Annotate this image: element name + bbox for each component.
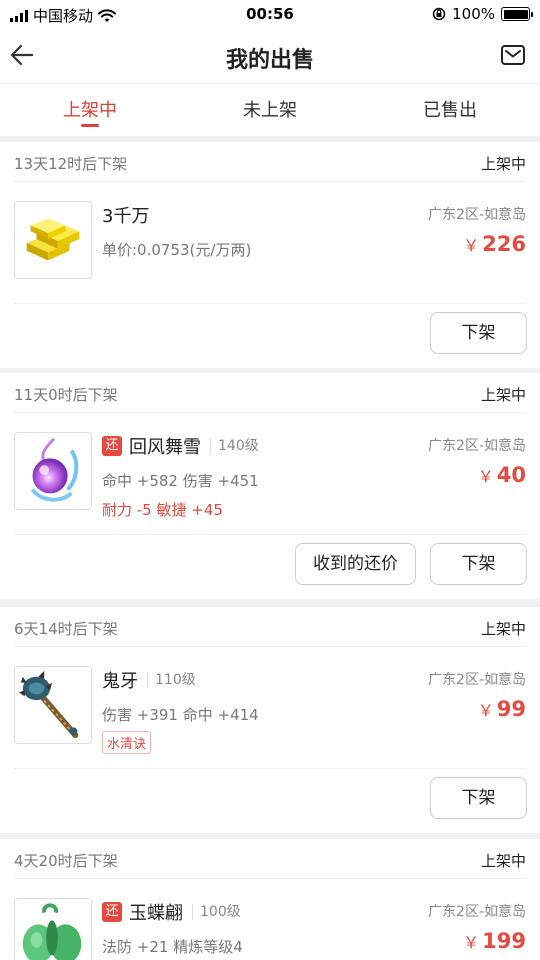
card-actions: 收到的还价 下架 bbox=[14, 535, 527, 599]
tab-label: 已售出 bbox=[423, 100, 477, 121]
purple-orb-icon bbox=[14, 432, 92, 510]
card-body[interactable]: 鬼牙 110级 伤害 +391 命中 +414 水清诀 广东2区-如意岛 ￥ 99 bbox=[14, 647, 526, 769]
item-name: 3千万 bbox=[102, 206, 150, 227]
counter-offer-tag: 还 bbox=[102, 902, 122, 922]
currency-symbol: ￥ bbox=[477, 467, 494, 486]
item-extra-attributes: 耐力 -5 敏捷 +45 bbox=[102, 501, 223, 519]
battery-icon bbox=[501, 7, 533, 21]
sale-item-card: 13天12时后下架 上架中 3千万 单价:0.0753(元/万两) 广东2区-如… bbox=[0, 142, 540, 368]
card-actions: 下架 bbox=[14, 304, 527, 368]
sale-item-card: 4天20时后下架 上架中 还 玉蝶翩 100级 法防 +21 精炼等级4 广东2… bbox=[0, 839, 540, 960]
card-body[interactable]: 3千万 单价:0.0753(元/万两) 广东2区-如意岛 ￥ 226 bbox=[14, 182, 526, 304]
tab-listed[interactable]: 上架中 bbox=[0, 84, 180, 136]
status-bar: 中国移动 00:56 100% bbox=[0, 0, 540, 28]
item-name: 玉蝶翩 bbox=[129, 903, 183, 924]
tab-active-indicator bbox=[81, 124, 99, 127]
status-right: 100% bbox=[432, 5, 533, 23]
sale-item-card: 11天0时后下架 上架中 还 回风舞雪 140级 命中 +582 伤害 +451… bbox=[0, 373, 540, 599]
item-name-row: 3千万 bbox=[102, 202, 149, 228]
item-price: ￥ 199 bbox=[463, 929, 526, 953]
tab-label: 上架中 bbox=[63, 100, 117, 121]
card-header: 13天12时后下架 上架中 bbox=[14, 142, 526, 182]
server-name: 广东2区-如意岛 bbox=[428, 438, 526, 454]
page-title: 我的出售 bbox=[225, 48, 314, 73]
unit-price: 单价:0.0753(元/万两) bbox=[102, 241, 252, 259]
item-attributes: 伤害 +391 命中 +414 bbox=[102, 706, 259, 724]
received-offers-button[interactable]: 收到的还价 bbox=[295, 543, 416, 585]
spiked-mace-icon bbox=[14, 666, 92, 744]
item-name: 回风舞雪 bbox=[129, 437, 201, 458]
delist-button[interactable]: 下架 bbox=[430, 543, 527, 585]
listing-status: 上架中 bbox=[480, 620, 526, 638]
expire-time: 4天20时后下架 bbox=[14, 852, 118, 870]
price-value: 226 bbox=[482, 232, 526, 256]
price-value: 99 bbox=[496, 697, 526, 721]
mail-icon[interactable] bbox=[500, 42, 526, 68]
expire-time: 11天0时后下架 bbox=[14, 386, 118, 404]
gold-bars-icon bbox=[14, 201, 92, 279]
delist-button[interactable]: 下架 bbox=[430, 777, 527, 819]
item-level: 140级 bbox=[210, 438, 259, 454]
tab-sold[interactable]: 已售出 bbox=[360, 84, 540, 136]
currency-symbol: ￥ bbox=[463, 236, 480, 255]
item-name-row: 还 回风舞雪 140级 bbox=[102, 433, 259, 459]
counter-offer-tag: 还 bbox=[102, 436, 122, 456]
card-actions: 下架 bbox=[14, 769, 527, 833]
price-value: 40 bbox=[496, 463, 526, 487]
tab-label: 未上架 bbox=[243, 100, 297, 121]
card-header: 11天0时后下架 上架中 bbox=[14, 373, 526, 413]
item-level: 110级 bbox=[147, 672, 196, 688]
currency-symbol: ￥ bbox=[463, 933, 480, 952]
listing-status: 上架中 bbox=[480, 386, 526, 404]
tab-unlisted[interactable]: 未上架 bbox=[180, 84, 360, 136]
server-name: 广东2区-如意岛 bbox=[428, 672, 526, 688]
item-level: 100级 bbox=[192, 904, 241, 920]
currency-symbol: ￥ bbox=[477, 701, 494, 720]
item-attributes: 法防 +21 精炼等级4 bbox=[102, 938, 243, 956]
card-body[interactable]: 还 回风舞雪 140级 命中 +582 伤害 +451 耐力 -5 敏捷 +45… bbox=[14, 413, 526, 535]
delist-button[interactable]: 下架 bbox=[430, 312, 527, 354]
expire-time: 13天12时后下架 bbox=[14, 155, 128, 173]
card-body[interactable]: 还 玉蝶翩 100级 法防 +21 精炼等级4 广东2区-如意岛 ￥ 199 bbox=[14, 879, 526, 960]
nav-bar: 我的出售 bbox=[0, 28, 540, 84]
item-attributes: 命中 +582 伤害 +451 bbox=[102, 472, 259, 490]
rotation-lock-icon bbox=[432, 7, 446, 21]
listing-status: 上架中 bbox=[480, 852, 526, 870]
card-header: 4天20时后下架 上架中 bbox=[14, 839, 526, 879]
battery-percent: 100% bbox=[452, 5, 495, 23]
server-name: 广东2区-如意岛 bbox=[428, 207, 526, 223]
server-name: 广东2区-如意岛 bbox=[428, 904, 526, 920]
item-name-row: 还 玉蝶翩 100级 bbox=[102, 899, 241, 925]
price-value: 199 bbox=[482, 929, 526, 953]
item-price: ￥ 99 bbox=[478, 697, 526, 721]
special-skill-tag: 水清诀 bbox=[102, 731, 152, 754]
item-name: 鬼牙 bbox=[102, 671, 138, 692]
listing-status: 上架中 bbox=[480, 155, 526, 173]
expire-time: 6天14时后下架 bbox=[14, 620, 118, 638]
card-header: 6天14时后下架 上架中 bbox=[14, 607, 526, 647]
item-name-row: 鬼牙 110级 bbox=[102, 667, 196, 693]
jade-butterfly-icon bbox=[14, 898, 92, 960]
item-price: ￥ 226 bbox=[463, 232, 526, 256]
sale-item-card: 6天14时后下架 上架中 鬼牙 110级 伤害 +391 命中 +414 水清诀… bbox=[0, 607, 540, 833]
tab-bar: 上架中 未上架 已售出 bbox=[0, 84, 540, 136]
item-price: ￥ 40 bbox=[478, 463, 526, 487]
